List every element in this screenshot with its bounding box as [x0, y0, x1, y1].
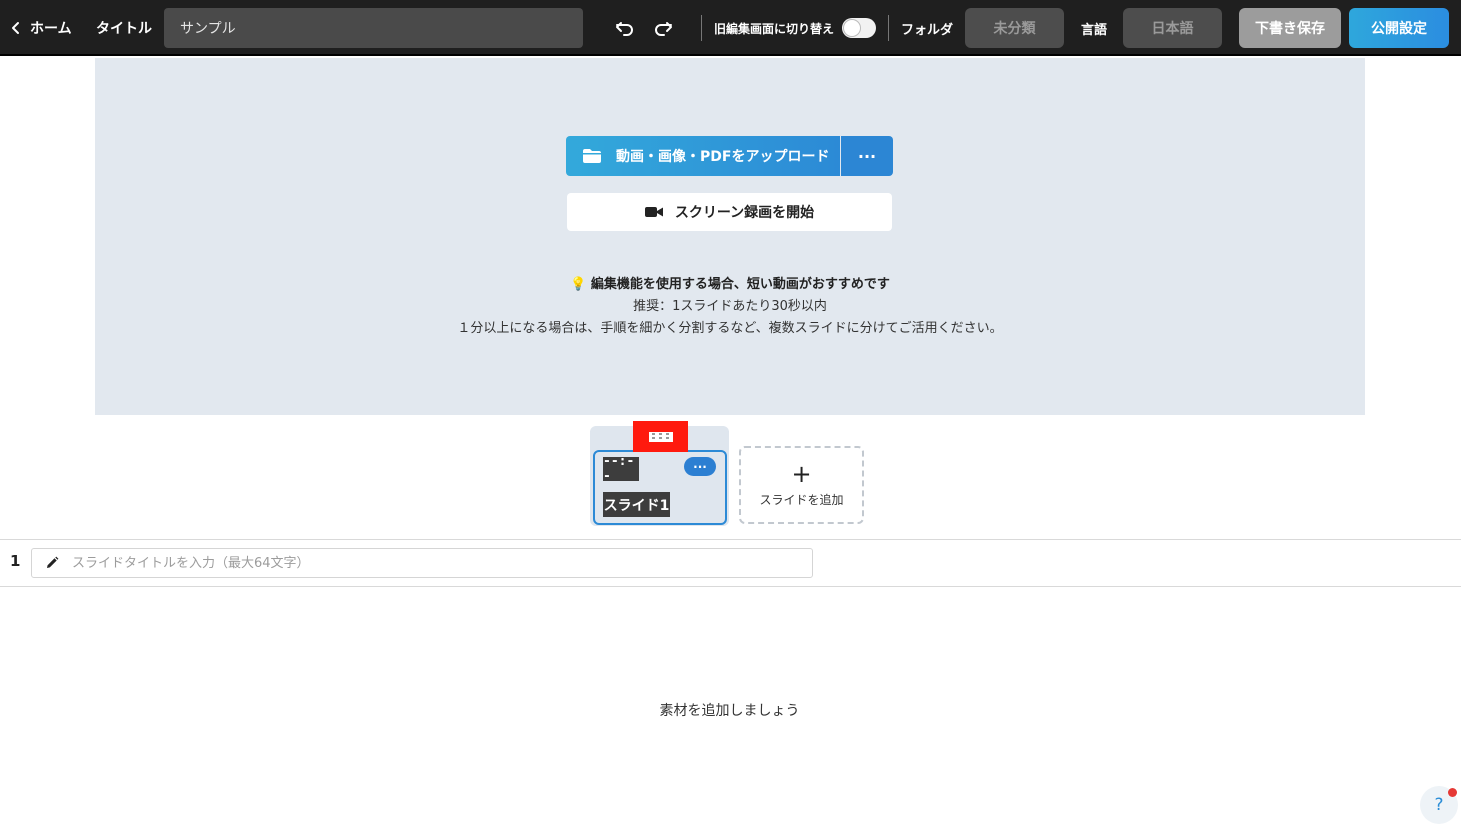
- slide-duration: --:--: [603, 454, 639, 484]
- video-camera-icon: [644, 207, 663, 217]
- language-label: 言語: [1081, 22, 1108, 38]
- title-label: タイトル: [96, 21, 152, 37]
- upload-dropzone[interactable]: [95, 58, 1365, 415]
- chevron-left-icon: [12, 22, 19, 34]
- title-input[interactable]: [164, 8, 583, 48]
- upload-media-label: 動画・画像・PDFをアップロード: [616, 149, 830, 165]
- add-slide-label: スライドを追加: [759, 492, 844, 507]
- top-bar: ホーム タイトル 旧編集画面に切り替え フォルダ 未分類 言語 日本語 下書き保…: [0, 0, 1461, 56]
- folder-label: フォルダ: [901, 22, 954, 38]
- empty-content-message: 素材を追加しましょう: [0, 700, 1461, 720]
- back-home-button[interactable]: ホーム: [10, 14, 72, 42]
- publish-settings-button[interactable]: 公開設定: [1349, 8, 1449, 48]
- back-home-label: ホーム: [30, 21, 72, 37]
- slide-title-field: [31, 548, 813, 578]
- slide-name: スライド1: [603, 492, 670, 517]
- notification-dot: [1448, 788, 1457, 797]
- upload-more-button[interactable]: ···: [841, 136, 893, 176]
- old-editor-toggle[interactable]: [842, 18, 876, 38]
- hint-recommendation: 推奨：1スライドあたり30秒以内: [633, 299, 827, 314]
- old-editor-label: 旧編集画面に切り替え: [714, 21, 835, 36]
- drag-handle-icon[interactable]: [633, 421, 688, 452]
- hint-title-text: 編集機能を使用する場合、短い動画がおすすめです: [590, 277, 890, 292]
- start-screen-recording-button[interactable]: スクリーン録画を開始: [567, 193, 892, 231]
- divider: [701, 15, 702, 41]
- add-slide-button[interactable]: + スライドを追加: [739, 446, 864, 524]
- empty-content-text: 素材を追加しましょう: [659, 703, 800, 719]
- grip-icon: [648, 431, 673, 442]
- language-select[interactable]: 日本語: [1123, 8, 1222, 48]
- plus-icon: +: [791, 459, 812, 488]
- divider: [0, 539, 1461, 540]
- redo-icon: [655, 22, 672, 36]
- hint-detail: １分以上になる場合は、手順を細かく分割するなど、複数スライドに分けてご活用くださ…: [457, 321, 1003, 336]
- undo-icon: [616, 22, 633, 36]
- divider: [888, 15, 889, 41]
- pencil-icon: [32, 556, 72, 570]
- slide-more-button[interactable]: ···: [684, 457, 716, 476]
- redo-button[interactable]: [650, 14, 676, 42]
- start-screen-recording-label: スクリーン録画を開始: [674, 205, 815, 221]
- lightbulb-icon: 💡: [570, 277, 587, 292]
- divider: [0, 586, 1461, 587]
- undo-button[interactable]: [612, 14, 638, 42]
- slide-number: 1: [10, 552, 21, 570]
- upload-media-button[interactable]: 動画・画像・PDFをアップロード: [566, 136, 840, 176]
- save-draft-button[interactable]: 下書き保存: [1239, 8, 1341, 48]
- hint-title: 💡 編集機能を使用する場合、短い動画がおすすめです: [95, 273, 1365, 292]
- slide-title-input[interactable]: [72, 550, 812, 576]
- folder-icon: [583, 149, 601, 163]
- toggle-knob: [844, 20, 860, 36]
- folder-select[interactable]: 未分類: [965, 8, 1064, 48]
